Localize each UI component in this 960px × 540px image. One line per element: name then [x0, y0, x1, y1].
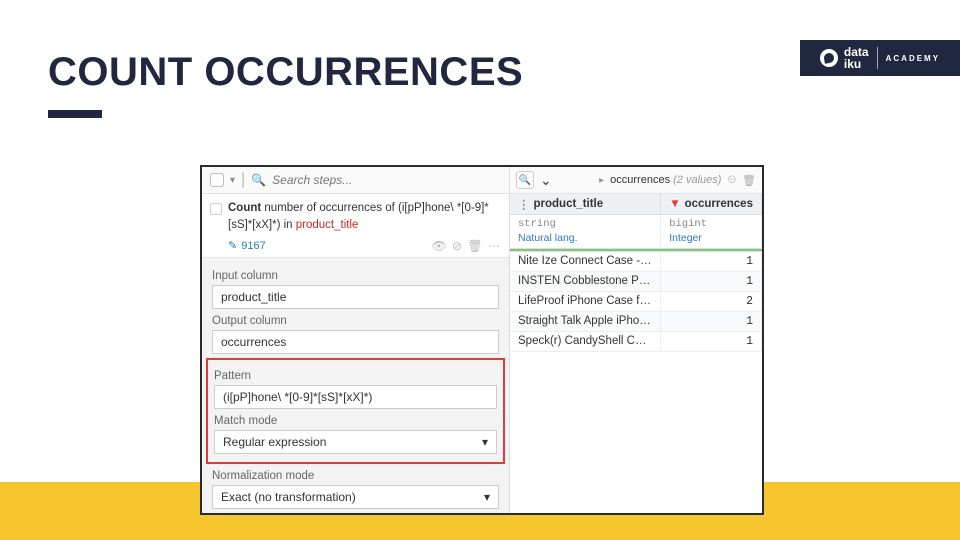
clock-icon[interactable]: ⏲	[727, 174, 736, 187]
output-column-field[interactable]	[212, 330, 499, 354]
step-item[interactable]: Count number of occurrences of (i[pP]hon…	[202, 194, 509, 258]
match-mode-label: Match mode	[214, 415, 497, 427]
match-mode-select[interactable]: Regular expression ▾	[214, 430, 497, 454]
step-action-icons[interactable]: 👁 ⊘ 🗑 ⋯	[431, 239, 501, 253]
input-column-label: Input column	[212, 270, 499, 282]
header-text: occurrences	[685, 198, 753, 210]
brand-label: ACADEMY	[886, 54, 940, 63]
chevron-down-icon: ▾	[482, 435, 488, 449]
select-all-checkbox[interactable]	[210, 173, 224, 187]
step-meta-row: ✎ 9167 👁 ⊘ 🗑 ⋯	[210, 235, 501, 257]
step-checkbox[interactable]	[210, 203, 222, 215]
app-screenshot: ▾ | 🔍 Count number of occurrences of (i[…	[200, 165, 764, 515]
column-crumb[interactable]: occurrences (2 values)	[610, 174, 721, 186]
input-column-field[interactable]	[212, 285, 499, 309]
normalization-select[interactable]: Exact (no transformation) ▾	[212, 485, 499, 509]
highlight-annotation: Pattern Match mode Regular expression ▾	[206, 358, 505, 464]
meaning-label[interactable]: Natural lang.	[510, 232, 661, 249]
slide: COUNT OCCURRENCES data iku ACADEMY ▾ | 🔍…	[0, 0, 960, 540]
step-form: Input column Output column Pattern Match…	[202, 258, 509, 514]
chevron-down-icon[interactable]: ⌄	[540, 172, 552, 189]
pattern-label: Pattern	[214, 370, 497, 382]
table-cell[interactable]: Speck(r) CandyShell Case F…	[510, 332, 661, 352]
steps-search-row: ▾ | 🔍	[202, 167, 509, 194]
steps-panel: ▾ | 🔍 Count number of occurrences of (i[…	[202, 167, 510, 513]
title-underline	[48, 110, 102, 118]
table-cell[interactable]: 2	[661, 292, 762, 312]
separator	[877, 47, 878, 69]
step-desc-bold: Count	[228, 202, 261, 214]
table-cell[interactable]: 1	[661, 252, 762, 272]
pattern-field[interactable]	[214, 385, 497, 409]
match-mode-value: Regular expression	[223, 435, 326, 449]
brand-badge: data iku ACADEMY	[800, 40, 960, 76]
pencil-icon[interactable]: ✎	[228, 239, 237, 252]
crumb-column-name: occurrences	[610, 174, 670, 186]
search-steps-input[interactable]	[272, 173, 501, 187]
meaning-label[interactable]: Integer	[661, 232, 762, 249]
slide-title: COUNT OCCURRENCES	[48, 50, 523, 95]
chevron-down-icon[interactable]: ▾	[230, 175, 235, 186]
table-cell[interactable]: LifeProof iPhone Case for th…	[510, 292, 661, 312]
crumb-count: (2 values)	[673, 174, 721, 186]
data-panel: 🔍 ⌄ ▸ occurrences (2 values) ⏲ 🗑 ⋮ produ…	[510, 167, 762, 513]
brand-logo: data iku	[820, 46, 869, 70]
normalization-value: Exact (no transformation)	[221, 490, 356, 504]
header-text: product_title	[534, 198, 604, 210]
table-cell[interactable]: 1	[661, 272, 762, 292]
filter-icon[interactable]: ▼	[669, 198, 680, 210]
datatype-label: bigint	[661, 215, 762, 232]
trash-icon[interactable]: 🗑	[742, 174, 756, 187]
normalization-label: Normalization mode	[212, 470, 499, 482]
brand-name: data iku	[844, 46, 869, 70]
table-cell[interactable]: INSTEN Cobblestone Phone …	[510, 272, 661, 292]
step-desc-column: product_title	[296, 219, 359, 231]
chevron-down-icon: ▾	[484, 490, 490, 504]
step-id: 9167	[241, 240, 265, 252]
column-header-product-title[interactable]: ⋮ product_title	[510, 194, 661, 215]
table-cell[interactable]: 1	[661, 312, 762, 332]
data-table: ⋮ product_title ▼ occurrences string big…	[510, 194, 762, 352]
table-cell[interactable]: 1	[661, 332, 762, 352]
data-toolbar: 🔍 ⌄ ▸ occurrences (2 values) ⏲ 🗑	[510, 167, 762, 194]
output-column-label: Output column	[212, 315, 499, 327]
bird-icon	[820, 49, 838, 67]
search-icon[interactable]: 🔍	[516, 171, 534, 189]
column-header-occurrences[interactable]: ▼ occurrences	[661, 194, 762, 215]
table-cell[interactable]: Nite Ize Connect Case - iPho…	[510, 252, 661, 272]
table-cell[interactable]: Straight Talk Apple iPhone 5…	[510, 312, 661, 332]
datatype-label: string	[510, 215, 661, 232]
step-description: Count number of occurrences of (i[pP]hon…	[210, 200, 501, 235]
